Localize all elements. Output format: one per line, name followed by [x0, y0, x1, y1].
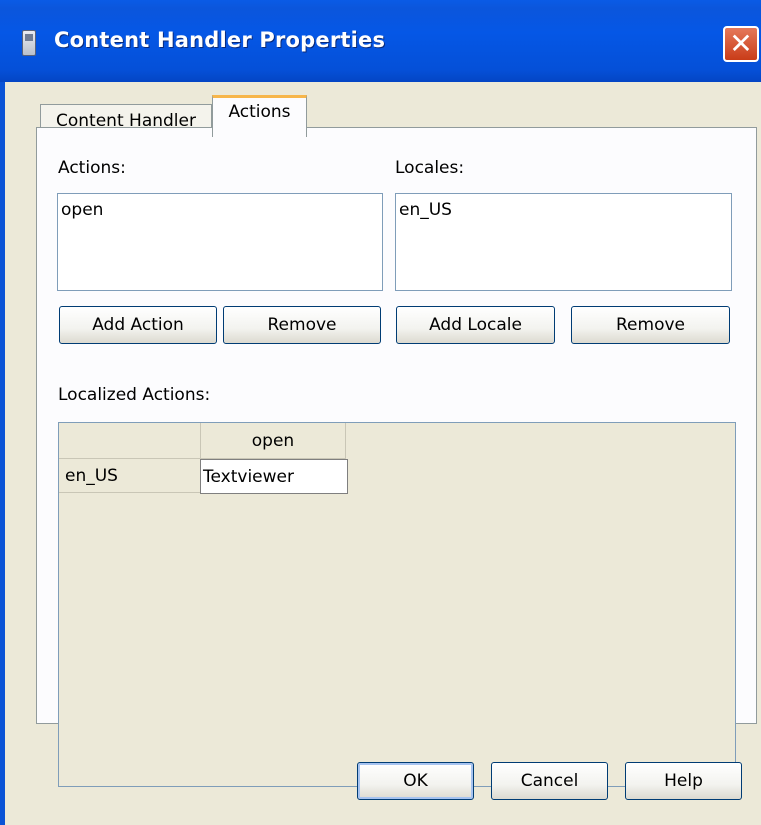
table-cell-value[interactable]: Textviewer	[200, 459, 348, 494]
title-bar[interactable]: Content Handler Properties ✕	[0, 0, 761, 82]
app-icon	[22, 30, 36, 56]
actions-label: Actions:	[58, 158, 126, 178]
remove-action-button[interactable]: Remove	[223, 306, 381, 344]
add-locale-button[interactable]: Add Locale	[396, 306, 555, 344]
dialog-body: Content Handler Actions Actions: Locales…	[5, 82, 761, 825]
table-corner-header	[59, 423, 201, 459]
list-item[interactable]: en_US	[399, 200, 728, 220]
close-icon: ✕	[729, 27, 753, 60]
localized-actions-label: Localized Actions:	[58, 385, 211, 405]
list-item[interactable]: open	[61, 200, 379, 220]
column-header-open[interactable]: open	[201, 423, 346, 459]
remove-locale-button[interactable]: Remove	[571, 306, 730, 344]
tab-actions[interactable]: Actions	[212, 95, 307, 137]
locales-label: Locales:	[395, 158, 465, 178]
ok-button[interactable]: OK	[357, 762, 474, 800]
locales-list[interactable]: en_US	[395, 193, 732, 291]
dialog-window: Content Handler Properties ✕ Content Han…	[0, 0, 761, 825]
window-title: Content Handler Properties	[54, 28, 386, 52]
localized-actions-table[interactable]: open en_US Textviewer	[58, 422, 736, 787]
cancel-button[interactable]: Cancel	[491, 762, 608, 800]
help-button[interactable]: Help	[625, 762, 742, 800]
close-button[interactable]: ✕	[723, 26, 759, 62]
add-action-button[interactable]: Add Action	[59, 306, 217, 344]
actions-list[interactable]: open	[57, 193, 383, 291]
row-header-locale: en_US	[59, 459, 201, 493]
